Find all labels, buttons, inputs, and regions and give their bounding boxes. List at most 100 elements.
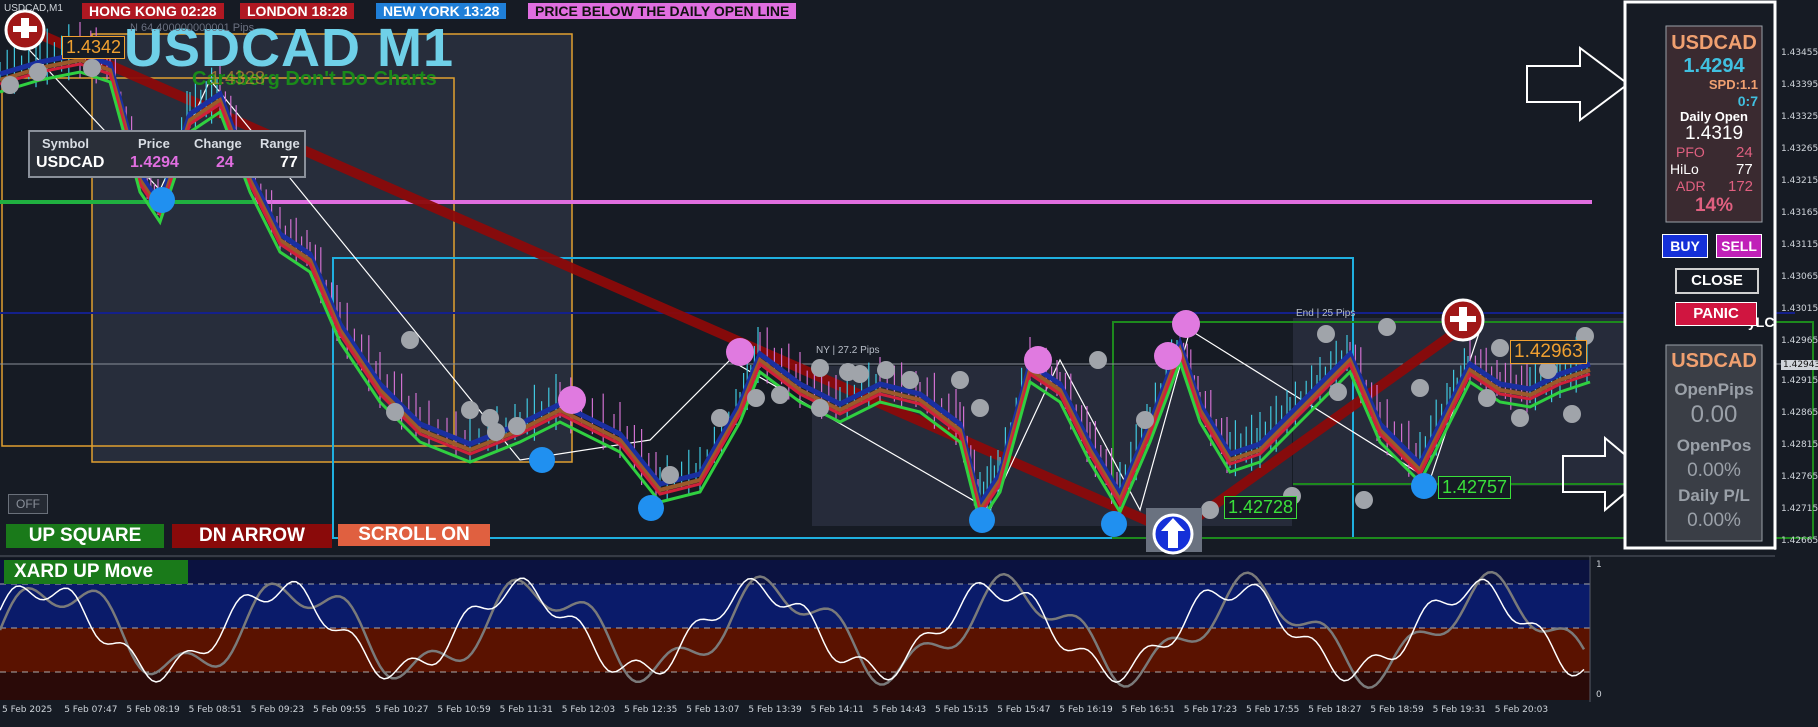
sell-button[interactable]: SELL (1716, 234, 1762, 258)
time-tick-label: 5 Feb 09:23 (250, 705, 305, 715)
info-hilo: 77 (1736, 161, 1753, 178)
pl-daily-label: Daily P/L (1678, 486, 1750, 505)
table-cell-range: 77 (280, 154, 298, 171)
pl-daily: 0.00% (1687, 510, 1741, 531)
info-pfo-label: PFO (1676, 144, 1705, 160)
time-tick-label: 5 Feb 17:23 (1183, 705, 1238, 715)
time-tick-label: 5 Feb 17:55 (1246, 705, 1300, 715)
info-daily-open: 1.4319 (1684, 123, 1744, 144)
buy-signal-icon (1146, 508, 1202, 555)
scroll-on-button[interactable]: SCROLL ON (338, 524, 490, 546)
time-tick-label: 5 Feb 2025 (2, 705, 53, 715)
price-tick-label: 1.43455 (1781, 48, 1818, 58)
up-square-button[interactable]: UP SQUARE (6, 524, 164, 548)
pl-open-pips-label: OpenPips (1674, 380, 1754, 399)
price-tick-label: 1.42715 (1781, 504, 1818, 514)
time-tick-label: 5 Feb 15:15 (935, 705, 989, 715)
time-tick-label: 5 Feb 20:03 (1494, 705, 1549, 715)
table-cell-price: 1.4294 (130, 154, 179, 171)
time-tick-label: 5 Feb 13:07 (686, 705, 740, 715)
time-tick-label: 5 Feb 19:31 (1432, 705, 1486, 715)
time-tick-label: 5 Feb 16:51 (1121, 705, 1175, 715)
price-tick-label: 1.42665 (1781, 536, 1818, 546)
pl-open-pos-label: OpenPos (1676, 436, 1752, 455)
time-tick-label: 5 Feb 12:03 (561, 705, 616, 715)
price-tick-label: 1.42915 (1781, 376, 1818, 386)
session-price-status: PRICE BELOW THE DAILY OPEN LINE (528, 3, 797, 19)
time-tick-label: 5 Feb 07:47 (64, 705, 118, 715)
time-tick-label: 5 Feb 08:19 (126, 705, 180, 715)
buy-button[interactable]: BUY (1662, 234, 1708, 258)
info-symbol: USDCAD (1671, 32, 1757, 54)
price-label-low-1: 1.42728 (1224, 496, 1298, 519)
info-daily-open-label: Daily Open (1680, 109, 1748, 124)
price-label-low-2: 1.42757 (1438, 476, 1512, 499)
time-tick-label: 5 Feb 09:55 (313, 705, 367, 715)
info-pfo: 24 (1736, 144, 1753, 161)
pl-open-pips: 0.00 (1690, 401, 1738, 428)
session-newyork: NEW YORK 13:28 (376, 3, 507, 19)
faded-pips-text: N 64.400000000001 Pips (130, 22, 255, 34)
off-button[interactable]: OFF (8, 494, 48, 514)
pl-symbol: USDCAD (1671, 350, 1757, 372)
time-tick-label: 5 Feb 13:39 (748, 705, 802, 715)
time-tick-label: 5 Feb 08:51 (188, 705, 242, 715)
price-label-top-left-2: 1.4328 (210, 68, 266, 88)
pl-open-pos: 0.00% (1687, 460, 1741, 481)
osc-zone-top (0, 560, 1590, 584)
osc-zone-bottom (0, 672, 1590, 700)
table-cell-change: 24 (216, 154, 234, 171)
time-tick-label: 5 Feb 18:27 (1308, 705, 1362, 715)
info-adr: 172 (1728, 178, 1754, 195)
indicator-label: XARD UP Move (4, 560, 188, 584)
close-button[interactable]: CLOSE (1675, 268, 1759, 294)
info-adr-label: ADR (1676, 178, 1706, 194)
price-tick-label: 1.43015 (1781, 304, 1818, 314)
time-tick-label: 5 Feb 14:43 (872, 705, 927, 715)
time-tick-label: 5 Feb 18:59 (1370, 705, 1424, 715)
session-london: LONDON 18:28 (240, 3, 355, 19)
symbol-table: Symbol Price Change Range USDCAD 1.4294 … (28, 130, 306, 178)
price-tick-label: 1.42943 (1781, 360, 1818, 370)
price-tick-label: 1.42965 (1781, 336, 1818, 346)
table-header-change: Change (194, 136, 242, 151)
table-header-range: Range (260, 136, 300, 151)
price-tick-label: 1.43325 (1781, 112, 1818, 122)
time-tick-label: 5 Feb 14:11 (810, 705, 864, 715)
sell-signal-icon-2 (1441, 298, 1485, 342)
info-hilo-label: HiLo (1670, 161, 1699, 177)
price-tick-label: 1.43165 (1781, 208, 1818, 218)
time-tick-label: 5 Feb 10:59 (437, 705, 491, 715)
info-spread: SPD:1.1 (1708, 77, 1758, 92)
info-price: 1.4294 (1683, 55, 1745, 77)
time-tick-label: 5 Feb 11:31 (499, 705, 553, 715)
osc-zone-lower (0, 628, 1590, 672)
time-tick-label: 5 Feb 10:27 (375, 705, 429, 715)
time-tick-label: 5 Feb 15:47 (997, 705, 1051, 715)
table-header-symbol: Symbol (42, 136, 89, 151)
sell-signal-icon (4, 9, 46, 51)
price-tick-label: 1.43215 (1781, 176, 1818, 186)
ny-box-label: NY | 27.2 Pips (816, 345, 880, 356)
price-tick-label: 1.42865 (1781, 408, 1818, 418)
dn-arrow-button[interactable]: DN ARROW (172, 524, 332, 548)
price-tick-label: 1.43115 (1781, 240, 1818, 250)
price-tick-label: 1.43395 (1781, 80, 1818, 90)
time-tick-label: 5 Feb 16:19 (1059, 705, 1113, 715)
price-tick-label: 1.42765 (1781, 472, 1818, 482)
osc-tick-label: 0 (1596, 690, 1602, 700)
end-box-label: End | 25 Pips (1296, 308, 1356, 319)
panic-button[interactable]: PANIC (1675, 302, 1757, 326)
info-time: 0:7 (1737, 93, 1758, 109)
table-header-price: Price (138, 136, 170, 151)
window-title: USDCAD,M1 (4, 3, 63, 14)
osc-zone-upper (0, 584, 1590, 628)
info-pct: 14% (1694, 195, 1734, 216)
price-tick-label: 1.43265 (1781, 144, 1818, 154)
osc-tick-label: 1 (1596, 560, 1602, 570)
price-tick-label: 1.42815 (1781, 440, 1818, 450)
time-tick-label: 5 Feb 12:35 (624, 705, 678, 715)
table-cell-symbol: USDCAD (36, 154, 105, 171)
session-hongkong: HONG KONG 02:28 (82, 3, 224, 19)
price-label-right: 1.42963 (1510, 340, 1587, 364)
